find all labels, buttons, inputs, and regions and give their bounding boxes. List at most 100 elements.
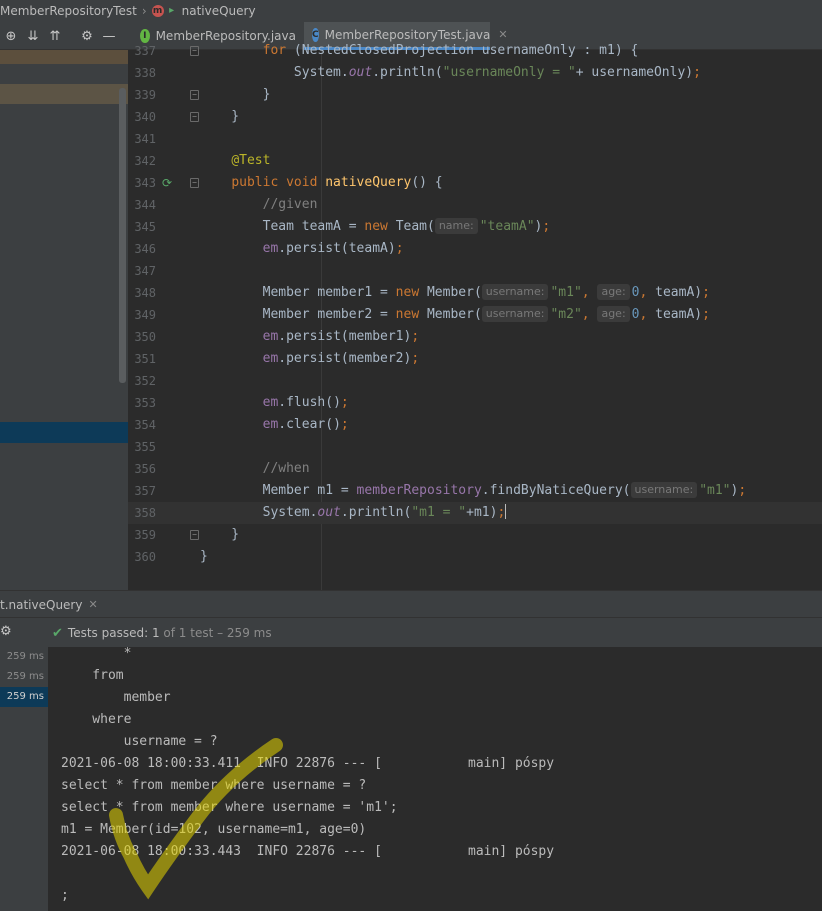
test-tree: 259 ms 259 ms 259 ms [0,647,48,911]
gutter-icons [158,546,188,568]
code-text: em.flush(); [262,395,349,410]
code-line[interactable]: 342 @Test [128,150,822,172]
code-text: em.persist(teamA); [262,241,404,256]
gutter-icons [158,62,188,84]
code-line[interactable]: 350 em.persist(member1); [128,326,822,348]
code-text: @Test [231,153,271,168]
console-output[interactable]: * from member where username = ? 2021-06-… [48,647,822,911]
fold-icon[interactable]: − [190,530,199,540]
console-line: member [61,690,171,705]
gear-icon[interactable]: ⚙ [0,624,12,639]
tree-row[interactable]: 259 ms [0,687,48,707]
run-tab-label: t.nativeQuery [0,597,83,612]
run-tab[interactable]: t.nativeQuery ✕ [0,591,98,618]
line-number: 354 [134,418,156,432]
gutter-icons [158,414,188,436]
code-text: Member member1 = new Member(username: "m1… [200,284,710,300]
line-number: 360 [134,550,156,564]
breadcrumb-item-method[interactable]: nativeQuery [182,4,256,18]
breadcrumb-item-class[interactable]: MemberRepositoryTest [0,4,137,18]
code-line[interactable]: 359 − } [128,524,822,546]
fold-icon[interactable]: − [190,90,199,100]
project-panel [0,50,128,590]
code-line[interactable]: 358 System.out.println("m1 = "+m1); [128,502,822,524]
tree-row[interactable]: 259 ms [0,647,48,667]
gutter-icons [158,238,188,260]
breadcrumb-class-label: MemberRepositoryTest [0,4,137,18]
code-line[interactable]: 344 //given [128,194,822,216]
code-line[interactable]: 349 Member member2 = new Member(username… [128,304,822,326]
tree-row[interactable]: 259 ms [0,667,48,687]
code-text: } [200,549,208,564]
run-test-icon[interactable]: ⟳ [162,176,176,190]
line-number: 338 [134,66,156,80]
line-number: 344 [134,198,156,212]
gutter-icons [158,216,188,238]
gutter-icons [158,348,188,370]
code-text: Team teamA = new Team(name: "teamA"); [200,218,551,234]
gutter-icons [158,304,188,326]
project-row-highlight[interactable] [0,84,128,104]
project-row-selected[interactable] [0,422,128,443]
gutter-icons [158,128,188,150]
code-line[interactable]: 343 ⟳ − public void nativeQuery() { [128,172,822,194]
code-line[interactable]: 354 em.clear(); [128,414,822,436]
hide-icon[interactable]: — [98,25,120,47]
code-line[interactable]: 341 [128,128,822,150]
project-scrollbar[interactable] [119,88,126,383]
code-line[interactable]: 337 − for (NestedClosedProjection usernam… [128,40,822,62]
gutter-icons [158,282,188,304]
fold-icon[interactable]: − [190,112,199,122]
line-number: 342 [134,154,156,168]
gutter-icons [158,392,188,414]
code-line[interactable]: 345 Team teamA = new Team(name: "teamA"); [128,216,822,238]
gutter-icons [158,40,188,62]
code-text: } [200,527,240,542]
test-status-bar: ⚙ ✔ Tests passed: 1 of 1 test – 259 ms [0,617,822,647]
code-line[interactable]: 339 − } [128,84,822,106]
console-line: username = ? [61,734,218,749]
console-line: [ ] [48,907,822,911]
locate-icon[interactable]: ⊕ [0,25,22,47]
gutter-icons [158,524,188,546]
code-text: } [200,109,240,124]
code-line[interactable]: 360} [128,546,822,568]
fold-icon[interactable]: − [190,178,199,188]
code-line[interactable]: 351 em.persist(member2); [128,348,822,370]
code-text: em.persist(member1); [262,329,420,344]
code-text: em.clear(); [262,417,349,432]
gutter-icons [158,106,188,128]
code-text: Member member2 = new Member(username: "m2… [200,306,710,322]
console-line: m1 = Member(id=102, username=m1, age=0) [61,822,367,837]
console-line: * [61,647,132,661]
expand-all-icon[interactable]: ⇊ [22,25,44,47]
code-text: System.out.println("usernameOnly = "+ us… [200,65,701,80]
gutter-icons: ⟳ [158,172,188,194]
gutter-icons [158,326,188,348]
code-text: //when [262,461,310,476]
code-line[interactable]: 346 em.persist(teamA); [128,238,822,260]
fold-icon[interactable]: − [190,46,199,56]
console-line: 2021-06-08 18:00:33.411 INFO 22876 --- [… [61,756,555,771]
breadcrumb-separator-icon: › [141,4,147,18]
code-line[interactable]: 353 em.flush(); [128,392,822,414]
code-line[interactable]: 338 System.out.println("usernameOnly = "… [128,62,822,84]
code-line[interactable]: 355 [128,436,822,458]
line-number: 358 [134,506,156,520]
code-text: for (NestedClosedProjection usernameOnly… [262,43,639,58]
code-line[interactable]: 347 [128,260,822,282]
code-line[interactable]: 356 //when [128,458,822,480]
code-line[interactable]: 348 Member member1 = new Member(username… [128,282,822,304]
code-line[interactable]: 352 [128,370,822,392]
line-number: 350 [134,330,156,344]
close-icon[interactable]: ✕ [88,598,97,611]
project-row-highlight[interactable] [0,50,128,64]
code-editor[interactable]: 337 − for (NestedClosedProjection usernam… [128,43,822,590]
code-line[interactable]: 340 − } [128,106,822,128]
run-marker-icon: ▸ [169,5,175,16]
breadcrumb: MemberRepositoryTest › m ▸ nativeQuery [0,0,822,22]
gear-icon[interactable]: ⚙ [76,25,98,47]
code-line[interactable]: 357 Member m1 = memberRepository.findByN… [128,480,822,502]
line-number: 359 [134,528,156,542]
collapse-all-icon[interactable]: ⇈ [44,25,66,47]
